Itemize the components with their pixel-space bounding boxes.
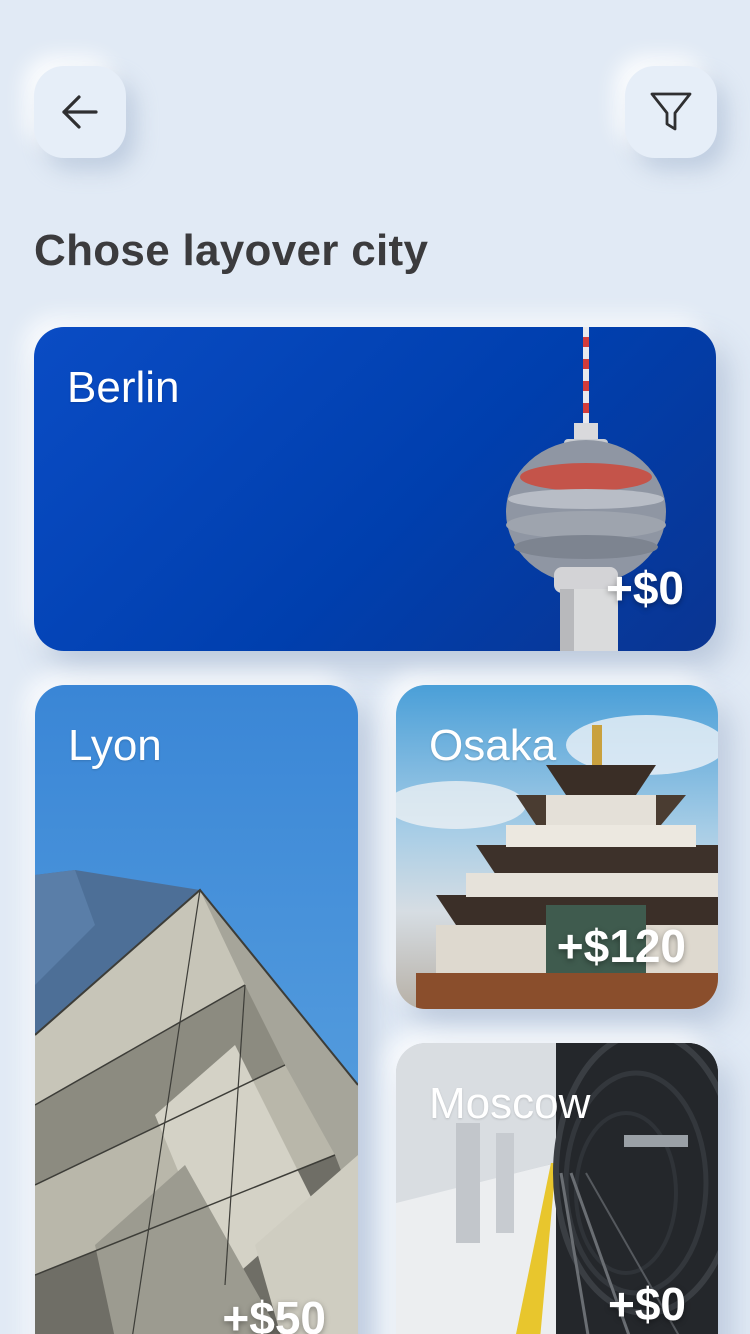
- filter-button[interactable]: [625, 66, 717, 158]
- city-name: Lyon: [68, 721, 162, 770]
- city-name: Osaka: [429, 721, 557, 770]
- city-price: +$50: [222, 1292, 326, 1334]
- filter-funnel-icon: [650, 92, 692, 131]
- city-card-berlin[interactable]: Berlin +$0: [34, 327, 716, 651]
- city-card-lyon[interactable]: Lyon +$50: [35, 685, 358, 1334]
- layover-screen: Chose layover city Berlin +$0 Lyon +$50 …: [0, 0, 750, 1334]
- back-button[interactable]: [34, 66, 126, 158]
- city-price: +$0: [605, 562, 684, 614]
- city-card-moscow[interactable]: Moscow +$0: [396, 1043, 718, 1334]
- city-card-osaka[interactable]: Osaka +$120: [396, 685, 718, 1009]
- arrow-left-icon: [62, 95, 98, 129]
- city-name: Moscow: [429, 1079, 591, 1128]
- city-price: +$120: [556, 920, 686, 972]
- building-facade-illustration: [35, 870, 358, 1334]
- city-name: Berlin: [67, 363, 180, 412]
- page-title: Chose layover city: [34, 226, 429, 275]
- city-price: +$0: [607, 1278, 686, 1330]
